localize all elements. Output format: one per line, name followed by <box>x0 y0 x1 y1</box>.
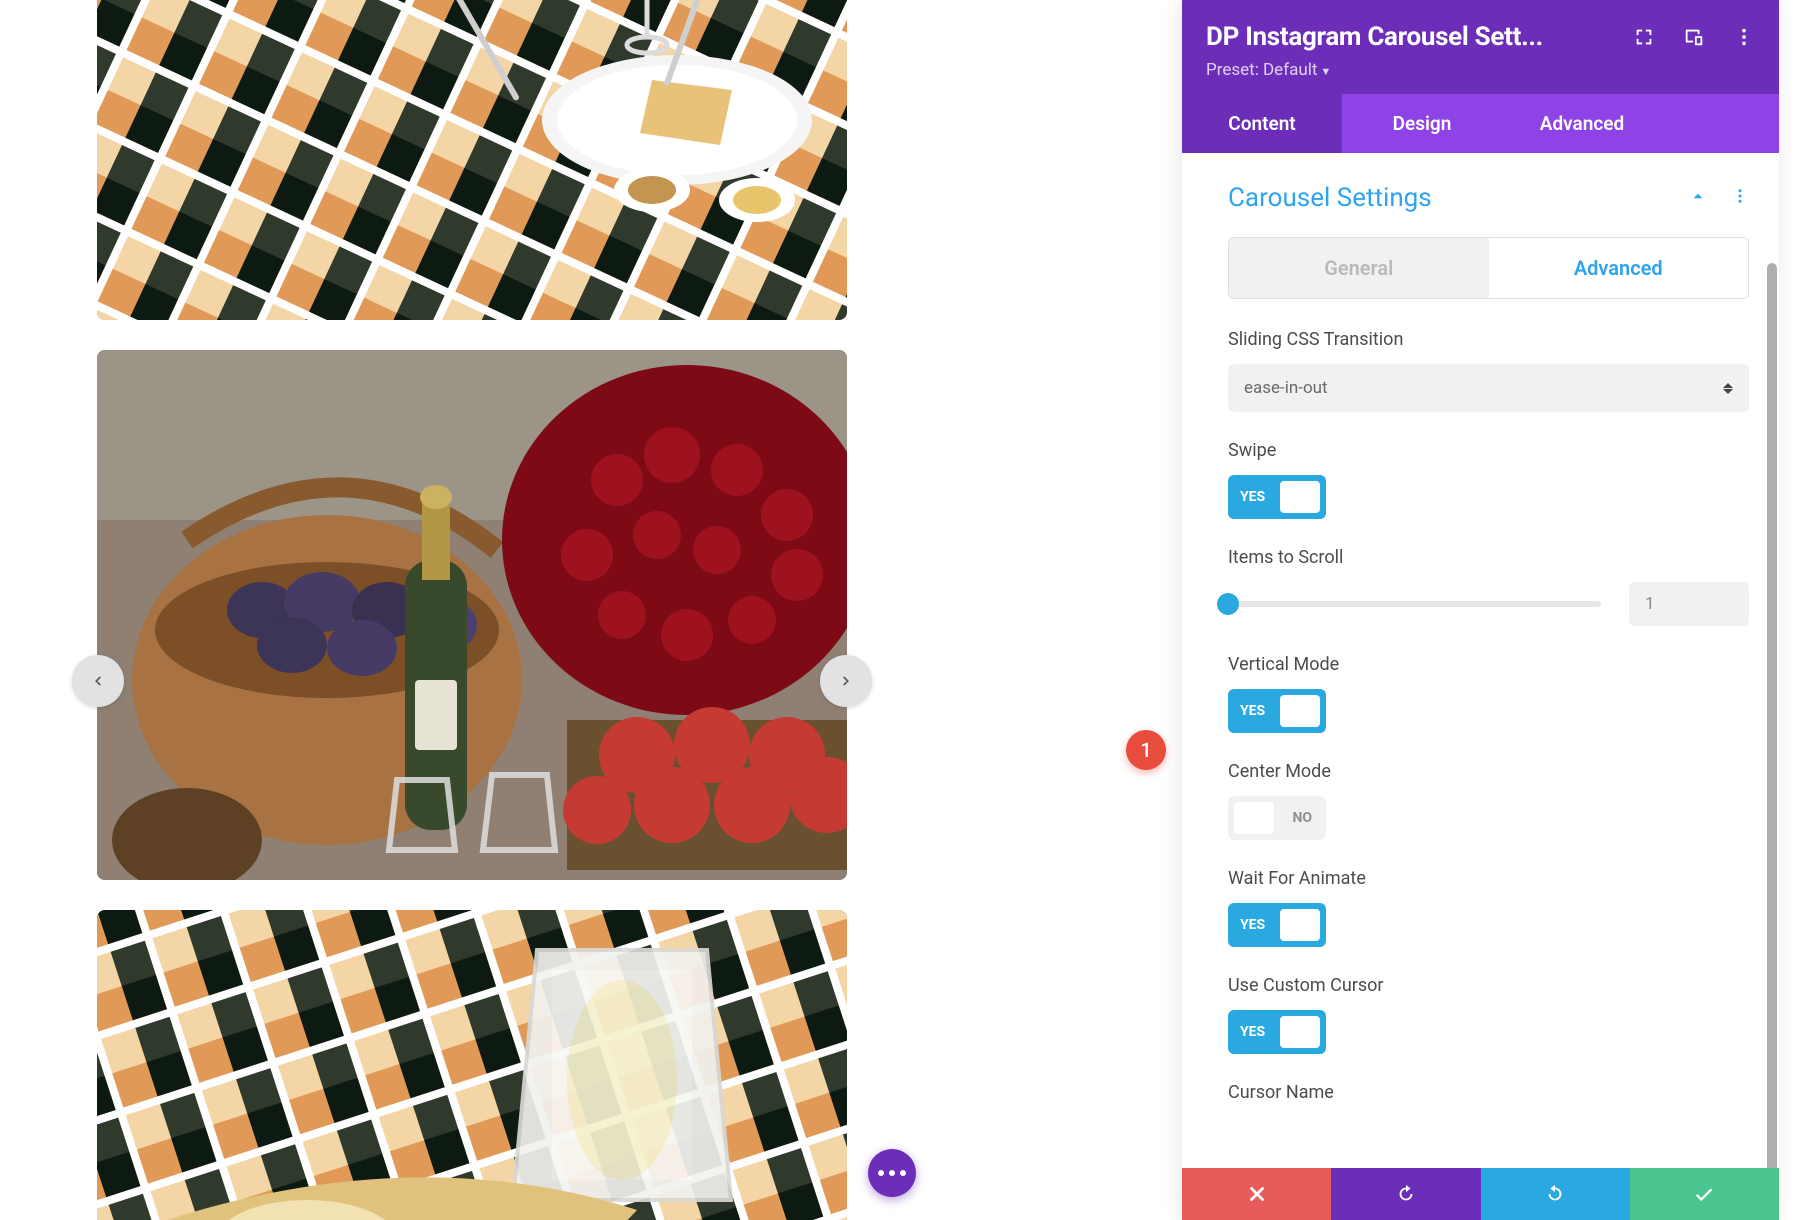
dropdown-value: ease-in-out <box>1244 378 1328 398</box>
module-options-fab[interactable] <box>868 1149 916 1197</box>
toggle-center-mode[interactable]: NO <box>1228 796 1326 840</box>
close-button[interactable] <box>1182 1168 1331 1220</box>
settings-panel: DP Instagram Carousel Sett... Preset: De… <box>1182 0 1779 1220</box>
preset-label: Preset: Default <box>1206 60 1317 80</box>
carousel-next-button[interactable] <box>820 655 872 707</box>
carousel-slide-1 <box>97 0 847 320</box>
toggle-knob <box>1280 909 1320 941</box>
label-use-custom-cursor: Use Custom Cursor <box>1228 975 1749 996</box>
slider-value-input[interactable]: 1 <box>1629 582 1749 626</box>
option-cursor-name: Cursor Name <box>1228 1082 1749 1103</box>
toggle-wait-for-animate[interactable]: YES <box>1228 903 1326 947</box>
label-sliding-transition: Sliding CSS Transition <box>1228 329 1749 350</box>
label-swipe: Swipe <box>1228 440 1749 461</box>
responsive-icon[interactable] <box>1683 26 1705 48</box>
option-vertical-mode: Vertical Mode YES <box>1228 654 1749 733</box>
dropdown-sliding-transition[interactable]: ease-in-out <box>1228 364 1749 412</box>
collapse-icon[interactable] <box>1689 187 1707 209</box>
toggle-text: NO <box>1292 810 1312 826</box>
option-items-to-scroll: Items to Scroll 1 <box>1228 547 1749 626</box>
slider-items-to-scroll[interactable] <box>1228 601 1601 607</box>
panel-header: DP Instagram Carousel Sett... Preset: De… <box>1182 0 1779 94</box>
expand-icon[interactable] <box>1633 26 1655 48</box>
option-center-mode: Center Mode NO <box>1228 761 1749 840</box>
section-title[interactable]: Carousel Settings <box>1228 183 1432 213</box>
carousel <box>97 0 847 1220</box>
toggle-text: YES <box>1240 703 1265 719</box>
carousel-prev-button[interactable] <box>72 655 124 707</box>
toggle-swipe[interactable]: YES <box>1228 475 1326 519</box>
carousel-slide-2 <box>97 350 847 880</box>
kebab-icon[interactable] <box>1733 26 1755 48</box>
panel-footer <box>1182 1168 1779 1220</box>
toggle-knob <box>1280 481 1320 513</box>
select-arrows-icon <box>1723 383 1733 394</box>
section-subtabs: General Advanced <box>1228 237 1749 299</box>
label-items-to-scroll: Items to Scroll <box>1228 547 1749 568</box>
subtab-advanced[interactable]: Advanced <box>1489 238 1749 298</box>
toggle-vertical-mode[interactable]: YES <box>1228 689 1326 733</box>
toggle-text: YES <box>1240 489 1265 505</box>
label-center-mode: Center Mode <box>1228 761 1749 782</box>
label-wait-for-animate: Wait For Animate <box>1228 868 1749 889</box>
save-button[interactable] <box>1630 1168 1779 1220</box>
option-use-custom-cursor: Use Custom Cursor YES <box>1228 975 1749 1054</box>
scrollbar[interactable] <box>1767 263 1777 1168</box>
canvas-area <box>0 0 1150 1220</box>
toggle-knob <box>1280 1016 1320 1048</box>
toggle-use-custom-cursor[interactable]: YES <box>1228 1010 1326 1054</box>
subtab-general[interactable]: General <box>1229 238 1489 298</box>
slider-thumb[interactable] <box>1217 593 1239 615</box>
panel-title: DP Instagram Carousel Sett... <box>1206 22 1615 52</box>
redo-button[interactable] <box>1481 1168 1630 1220</box>
carousel-slide-3 <box>97 910 847 1220</box>
tab-content[interactable]: Content <box>1182 94 1342 153</box>
option-swipe: Swipe YES <box>1228 440 1749 519</box>
tab-advanced[interactable]: Advanced <box>1502 94 1662 153</box>
preset-selector[interactable]: Preset: Default▼ <box>1206 60 1755 80</box>
annotation-badge: 1 <box>1126 730 1166 770</box>
toggle-knob <box>1280 695 1320 727</box>
section-kebab-icon[interactable] <box>1731 187 1749 209</box>
option-wait-for-animate: Wait For Animate YES <box>1228 868 1749 947</box>
toggle-text: YES <box>1240 917 1265 933</box>
panel-body: Carousel Settings General Advanced Slidi… <box>1182 153 1779 1168</box>
option-sliding-transition: Sliding CSS Transition ease-in-out <box>1228 329 1749 412</box>
toggle-text: YES <box>1240 1024 1265 1040</box>
undo-button[interactable] <box>1331 1168 1480 1220</box>
main-tabs: Content Design Advanced <box>1182 94 1779 153</box>
label-cursor-name: Cursor Name <box>1228 1082 1749 1103</box>
label-vertical-mode: Vertical Mode <box>1228 654 1749 675</box>
toggle-knob <box>1234 802 1274 834</box>
tab-design[interactable]: Design <box>1342 94 1502 153</box>
